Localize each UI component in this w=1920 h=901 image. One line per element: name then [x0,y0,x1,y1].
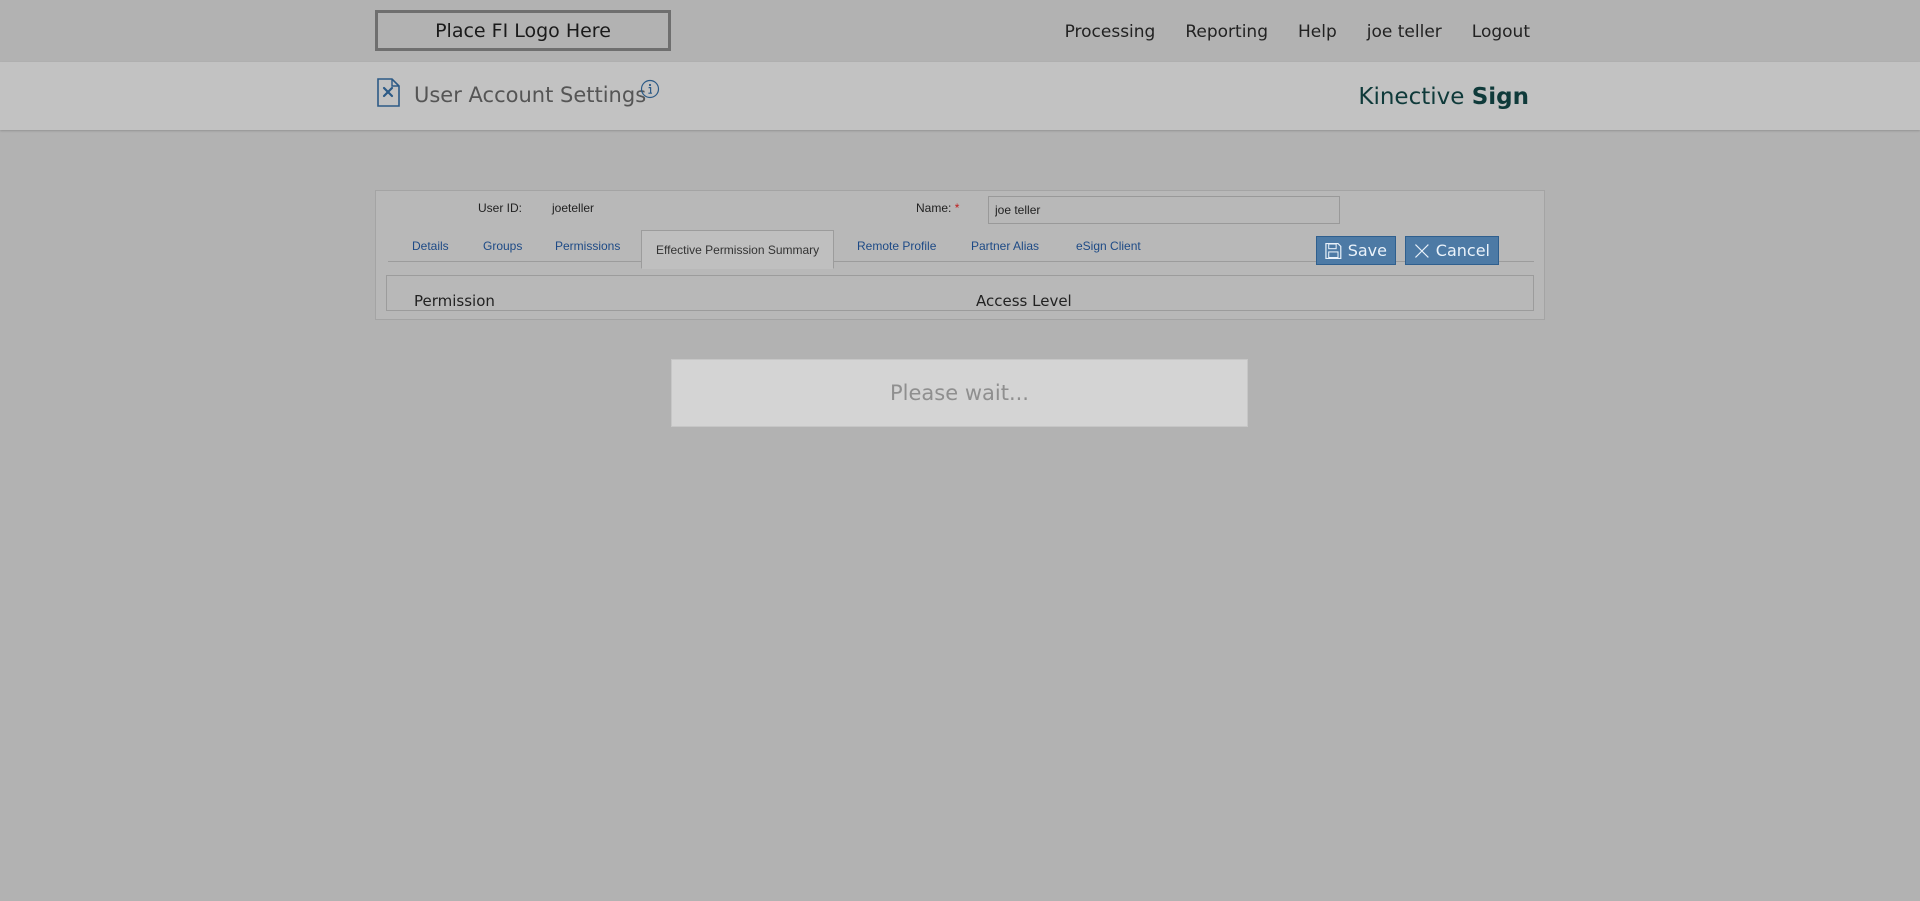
page-header: User Account Settings Kinective Sign [0,62,1920,130]
floppy-disk-icon [1325,242,1342,259]
tab-esign-client[interactable]: eSign Client [1076,231,1141,261]
tab-details[interactable]: Details [412,231,449,261]
tab-remote-profile[interactable]: Remote Profile [857,231,936,261]
save-button-label: Save [1347,241,1387,260]
user-id-label: User ID: [478,201,523,215]
info-icon[interactable] [640,79,660,99]
user-account-form: User ID: joeteller Name: * Details Group… [375,190,1545,320]
nav-logout[interactable]: Logout [1472,22,1530,42]
save-button[interactable]: Save [1316,236,1396,265]
fi-logo-placeholder[interactable]: Place FI Logo Here [375,10,671,51]
column-header-permission[interactable]: Permission [414,292,495,310]
page-title: User Account Settings [414,83,647,107]
please-wait-overlay: Please wait... [671,359,1248,427]
document-settings-icon [377,78,400,107]
permission-table-header: Permission Access Level [386,275,1534,311]
top-navigation: Processing Reporting Help joe teller Log… [1065,22,1530,42]
tab-permissions[interactable]: Permissions [555,231,620,261]
name-label: Name: * [916,201,959,215]
close-icon [1415,243,1429,258]
tab-partner-alias[interactable]: Partner Alias [971,231,1039,261]
brand-logo: Kinective Sign [1358,84,1529,110]
nav-reporting[interactable]: Reporting [1185,22,1268,42]
required-marker: * [954,201,960,215]
nav-user[interactable]: joe teller [1367,22,1442,42]
column-header-access-level[interactable]: Access Level [976,292,1072,310]
cancel-button[interactable]: Cancel [1405,236,1499,265]
brand-bold-text: Sign [1471,84,1529,110]
tab-groups[interactable]: Groups [483,231,522,261]
cancel-button-label: Cancel [1435,241,1490,260]
name-label-text: Name: [916,201,952,215]
name-input[interactable] [988,196,1340,224]
nav-help[interactable]: Help [1298,22,1337,42]
top-bar: Place FI Logo Here Processing Reporting … [0,0,1920,62]
user-id-value: joeteller [552,201,595,215]
tab-effective-permission-summary[interactable]: Effective Permission Summary [641,230,835,269]
brand-light-text: Kinective [1358,84,1465,110]
nav-processing[interactable]: Processing [1065,22,1156,42]
